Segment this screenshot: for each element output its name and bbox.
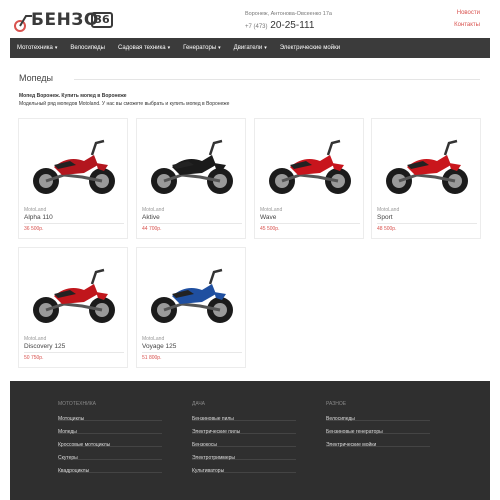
nav-label: Велосипеды <box>70 45 105 51</box>
footer-link[interactable]: Культиваторы <box>192 468 296 474</box>
card-divider <box>377 223 477 224</box>
phone-number: 20-25-111 <box>270 20 315 31</box>
moped-image <box>151 139 233 194</box>
nav-item-mototechnics[interactable]: Мототехника ▾ <box>17 45 57 51</box>
nav-label: Садовая техника <box>118 45 166 51</box>
news-link[interactable]: Новости <box>454 10 480 16</box>
intro-text: Мопед Воронеж. Купить мопед в Воронеже М… <box>19 93 229 107</box>
moped-image <box>33 139 115 194</box>
footer-link[interactable]: Мопеды <box>58 429 162 435</box>
product-price: 48 500р. <box>377 226 397 232</box>
footer-link[interactable]: Электротриммеры <box>192 455 296 461</box>
footer-link[interactable]: Бензиновые генераторы <box>326 429 430 435</box>
product-price: 44 700р. <box>142 226 162 232</box>
moped-shape <box>443 139 458 156</box>
nav-label: Генераторы <box>183 45 217 51</box>
footer-heading: Разное <box>326 401 347 407</box>
moped-shape <box>208 268 223 285</box>
product-card[interactable]: MotoLand Aktive 44 700р. <box>136 118 246 239</box>
moped-shape <box>90 268 105 285</box>
footer-column-mototechnics: Мототехника Мотоциклы Мопеды Кроссовые м… <box>58 401 162 481</box>
product-maker: MotoLand <box>24 336 47 342</box>
card-divider <box>24 223 124 224</box>
intro-body: Модельный ряд мопедов Motoland. У нас вы… <box>19 101 230 107</box>
footer-link[interactable]: Мотоциклы <box>58 416 162 422</box>
product-price: 45 500р. <box>260 226 280 232</box>
nav-item-washers[interactable]: Электрические мойки <box>280 45 340 51</box>
nav-item-engines[interactable]: Двигатели ▾ <box>234 45 267 51</box>
site-header: БЕНЗО 36 Воронеж, Антонова-Овсеенко 17а … <box>0 0 500 38</box>
footer-link[interactable]: Бензокосы <box>192 442 296 448</box>
product-price: 50 750р. <box>24 355 44 361</box>
product-model[interactable]: Alpha 110 <box>24 214 53 221</box>
product-maker: MotoLand <box>142 207 165 213</box>
moped-image <box>151 268 233 323</box>
logo-number: 36 <box>91 12 113 28</box>
footer-heading: Дача <box>192 401 205 407</box>
nav-label: Мототехника <box>17 45 53 51</box>
footer-heading: Мототехника <box>58 401 96 407</box>
title-divider <box>74 79 480 80</box>
product-maker: MotoLand <box>24 207 47 213</box>
footer-column-dacha: Дача Бензиновые пилы Электрические пилы … <box>192 401 296 481</box>
product-price: 51 800р. <box>142 355 162 361</box>
card-divider <box>142 223 242 224</box>
product-model[interactable]: Aktive <box>142 214 160 221</box>
card-divider <box>24 352 124 353</box>
store-address: Воронеж, Антонова-Овсеенко 17а <box>245 11 332 17</box>
card-divider <box>260 223 360 224</box>
product-maker: MotoLand <box>377 207 400 213</box>
chevron-down-icon: ▾ <box>264 45 267 51</box>
product-model[interactable]: Sport <box>377 214 393 221</box>
footer-link[interactable]: Бензиновые пилы <box>192 416 296 422</box>
product-card[interactable]: MotoLand Wave 45 500р. <box>254 118 364 239</box>
product-model[interactable]: Voyage 125 <box>142 343 176 350</box>
moped-shape <box>90 139 105 156</box>
product-card[interactable]: MotoLand Voyage 125 51 800р. <box>136 247 246 368</box>
product-card[interactable]: MotoLand Alpha 110 36 500р. <box>18 118 128 239</box>
main-content: Мопеды Мопед Воронеж. Купить мопед в Вор… <box>10 58 490 380</box>
footer-link[interactable]: Кроссовые мотоциклы <box>58 442 162 448</box>
chevron-down-icon: ▾ <box>167 45 171 51</box>
nav-item-garden[interactable]: Садовая техника ▾ <box>118 45 170 51</box>
top-links: Новости Контакты <box>454 10 480 34</box>
product-maker: MotoLand <box>260 207 283 213</box>
moped-image <box>269 139 351 194</box>
site-footer: Мототехника Мотоциклы Мопеды Кроссовые м… <box>10 381 490 500</box>
footer-link[interactable]: Электрические пилы <box>192 429 296 435</box>
nav-label: Двигатели <box>233 45 263 51</box>
chevron-down-icon: ▾ <box>54 45 58 51</box>
footer-column-misc: Разное Велосипеды Бензиновые генераторы … <box>326 401 430 455</box>
chevron-down-icon: ▾ <box>218 45 221 51</box>
product-model[interactable]: Wave <box>260 214 276 221</box>
moped-shape <box>326 139 341 156</box>
footer-link[interactable]: Квадроциклы <box>58 468 162 474</box>
product-card[interactable]: MotoLand Discovery 125 50 750р. <box>18 247 128 368</box>
page-title: Мопеды <box>19 73 54 83</box>
main-nav: Мототехника ▾ Велосипеды Садовая техника ▾… <box>10 38 490 58</box>
footer-link[interactable]: Скутеры <box>58 455 162 461</box>
nav-item-bicycles[interactable]: Велосипеды <box>70 45 105 51</box>
moped-shape <box>208 139 223 156</box>
product-model[interactable]: Discovery 125 <box>24 343 65 350</box>
product-card[interactable]: MotoLand Sport 48 500р. <box>371 118 481 239</box>
site-logo[interactable]: БЕНЗО 36 <box>14 8 114 34</box>
nav-item-generators[interactable]: Генераторы ▾ <box>183 45 221 51</box>
contacts-link[interactable]: Контакты <box>454 22 480 28</box>
footer-link[interactable]: Велосипеды <box>326 416 430 422</box>
product-maker: MotoLand <box>142 336 165 342</box>
intro-heading: Мопед Воронеж. Купить мопед в Воронеже <box>19 93 127 99</box>
phone-code: +7 (473) <box>245 24 268 30</box>
card-divider <box>142 352 242 353</box>
footer-link[interactable]: Электрические мойки <box>326 442 430 448</box>
logo-text: БЕНЗО <box>31 10 99 30</box>
moped-image <box>386 139 468 194</box>
store-phone[interactable]: +7 (473) 20-25-111 <box>245 20 314 31</box>
product-price: 36 500р. <box>24 226 44 232</box>
moped-image <box>33 268 115 323</box>
nav-label: Электрические мойки <box>279 45 341 51</box>
